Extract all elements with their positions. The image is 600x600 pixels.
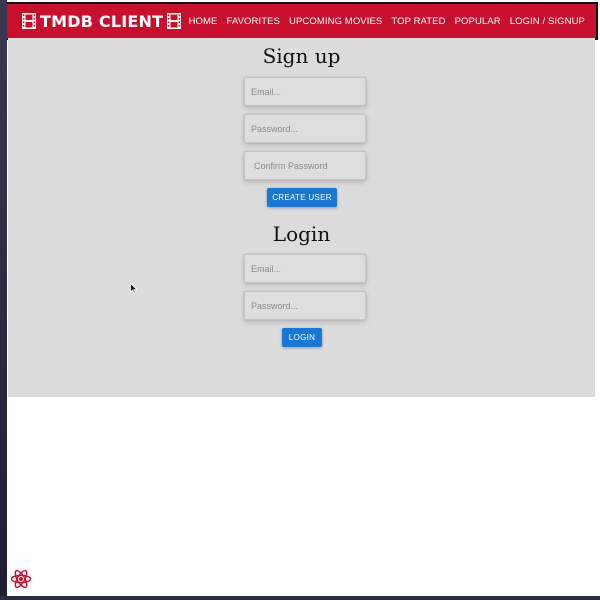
login-email-input[interactable]: [244, 254, 366, 283]
brand-title: TMDB CLIENT: [40, 11, 164, 31]
signup-confirm-password-input[interactable]: [244, 151, 366, 180]
nav-link-login-signup[interactable]: LOGIN / SIGNUP: [510, 16, 585, 27]
left-window-edge: [0, 0, 7, 600]
bottom-window-edge: [0, 596, 600, 600]
app-window: TMDB CLIENT HOME FAVORITES UPCOMING MOVI…: [0, 0, 600, 600]
react-devtools-icon[interactable]: [10, 568, 32, 590]
nav-link-top-rated[interactable]: TOP RATED: [391, 16, 445, 27]
film-strip-icon: [167, 13, 182, 29]
login-button[interactable]: LOGIN: [282, 328, 322, 347]
signup-password-input[interactable]: [244, 114, 366, 143]
brand[interactable]: TMDB CLIENT: [22, 11, 182, 31]
mouse-cursor-icon: [130, 281, 138, 299]
film-strip-icon: [22, 13, 36, 29]
nav-link-home[interactable]: HOME: [189, 16, 218, 27]
create-user-button[interactable]: CREATE USER: [267, 188, 337, 207]
signup-title: Sign up: [262, 44, 341, 68]
signup-email-input[interactable]: [244, 77, 366, 106]
nav-links: HOME FAVORITES UPCOMING MOVIES TOP RATED…: [189, 16, 585, 27]
auth-panel: Sign up CREATE USER Login LOGIN: [8, 38, 595, 397]
login-title: Login: [272, 222, 331, 246]
nav-link-popular[interactable]: POPULAR: [455, 16, 501, 27]
nav-link-upcoming-movies[interactable]: UPCOMING MOVIES: [289, 16, 382, 27]
login-password-input[interactable]: [244, 291, 366, 320]
nav-link-favorites[interactable]: FAVORITES: [227, 16, 281, 27]
navbar: TMDB CLIENT HOME FAVORITES UPCOMING MOVI…: [4, 2, 598, 40]
